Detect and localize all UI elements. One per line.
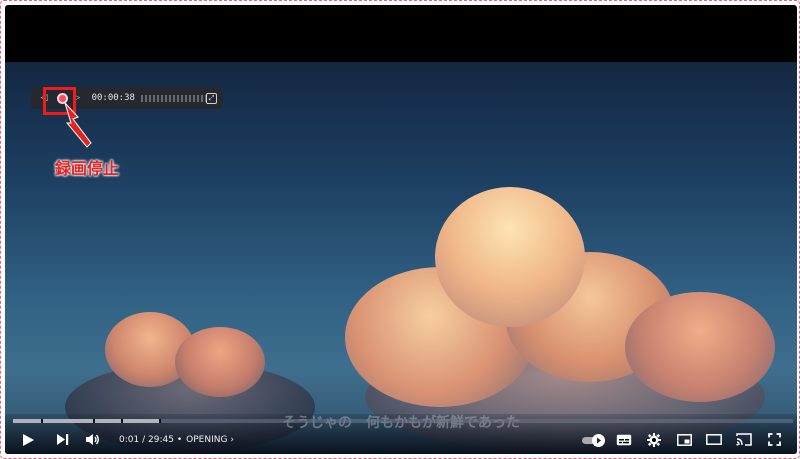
cast-button[interactable] [729, 425, 759, 454]
next-video-button[interactable] [47, 425, 77, 454]
recording-elapsed-time: 00:00:38 [91, 93, 135, 103]
time-display: 0:01 / 29:45 • [119, 435, 182, 445]
chapter-marker [121, 419, 123, 423]
annotation-label: 録画停止 [55, 159, 120, 178]
settings-button[interactable] [639, 425, 669, 454]
cloud-shape [435, 187, 585, 327]
volume-icon [85, 434, 99, 445]
subtitles-button[interactable] [609, 425, 639, 454]
chevron-right-icon: › [230, 434, 234, 445]
autoplay-toggle-icon [582, 433, 606, 447]
fullscreen-button[interactable] [759, 425, 789, 454]
miniplayer-icon [676, 433, 692, 446]
audio-level-meter [140, 94, 207, 102]
subtitles-icon [616, 434, 632, 445]
player-controls: 0:01 / 29:45 • OPENING › [5, 425, 797, 454]
chapter-marker [93, 419, 95, 423]
autoplay-toggle[interactable] [579, 425, 609, 454]
chapter-button[interactable]: OPENING › [186, 435, 234, 445]
fullscreen-icon [767, 433, 781, 446]
screenshot-frame: ◁ ▷ 00:00:38 ⤢ 録画停止 そうじゃの 何もかもが新鮮であった 0:… [0, 0, 800, 459]
mute-button[interactable] [77, 425, 107, 454]
time-separator: / [142, 434, 146, 445]
cast-icon [736, 433, 752, 446]
annotation-arrow-icon [64, 102, 92, 148]
chapter-title: OPENING [186, 434, 228, 445]
cloud-shape [175, 327, 265, 397]
gear-icon [647, 432, 661, 447]
duration: 29:45 [148, 434, 174, 445]
expand-icon[interactable]: ⤢ [206, 92, 217, 104]
video-frame[interactable] [5, 62, 797, 454]
progress-played [13, 419, 159, 423]
chapter-marker [159, 419, 161, 423]
video-player[interactable]: ◁ ▷ 00:00:38 ⤢ 録画停止 そうじゃの 何もかもが新鮮であった 0:… [5, 5, 797, 454]
theater-mode-button[interactable] [699, 425, 729, 454]
theater-mode-icon [706, 434, 722, 445]
next-icon [56, 434, 68, 445]
chapter-bullet: • [176, 434, 183, 445]
play-button[interactable] [9, 425, 47, 454]
cloud-shape [625, 292, 775, 402]
right-controls [579, 425, 789, 454]
current-time: 0:01 [119, 434, 140, 445]
play-icon [23, 433, 34, 446]
progress-bar[interactable] [13, 419, 793, 423]
miniplayer-button[interactable] [669, 425, 699, 454]
chapter-marker [41, 419, 43, 423]
